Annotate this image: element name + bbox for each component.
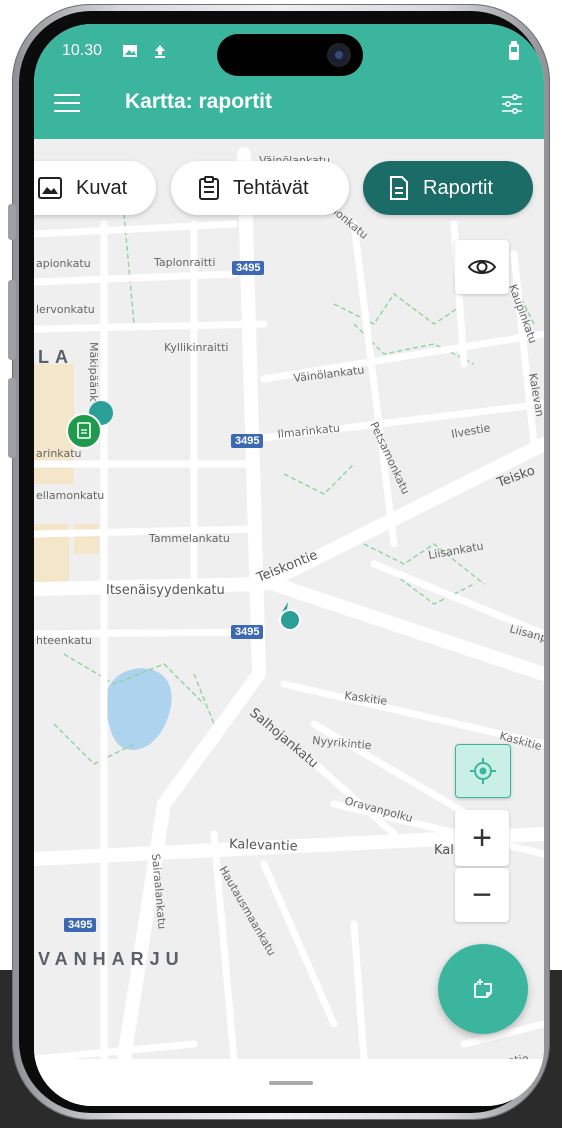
- svg-text:hteenkatu: hteenkatu: [36, 634, 92, 647]
- visibility-toggle-button[interactable]: [455, 240, 509, 294]
- dynamic-island: [217, 34, 363, 76]
- zoom-in-button[interactable]: +: [455, 810, 509, 866]
- svg-text:Itsenäisyydenkatu: Itsenäisyydenkatu: [106, 583, 225, 598]
- road-number-shield: 3495: [232, 261, 265, 275]
- hamburger-menu-icon[interactable]: [54, 94, 80, 114]
- volume-up-button: [8, 280, 16, 360]
- upload-icon: [155, 45, 165, 58]
- home-indicator[interactable]: [269, 1081, 313, 1085]
- camera-icon: [327, 43, 351, 67]
- svg-text:Liisanp: Liisanp: [508, 622, 544, 645]
- svg-text:Ilvestie: Ilvestie: [450, 421, 491, 441]
- svg-text:Kalevantie: Kalevantie: [229, 837, 298, 854]
- eye-icon: [468, 260, 496, 274]
- side-button: [8, 204, 16, 240]
- add-report-fab[interactable]: [438, 944, 528, 1034]
- app-screen: 10.30 Kartta: raportit apionkatu Taplonr…: [34, 24, 544, 1106]
- svg-text:Liisankatu: Liisankatu: [427, 539, 484, 562]
- page-title: Kartta: raportit: [125, 90, 273, 113]
- svg-text:Kyllikinraitti: Kyllikinraitti: [164, 341, 229, 354]
- crosshair-location-icon: [470, 758, 496, 784]
- svg-text:Mäkipäänk: Mäkipäänk: [87, 342, 100, 402]
- zoom-out-button[interactable]: −: [455, 868, 509, 922]
- svg-text:Ilmarinkatu: Ilmarinkatu: [277, 422, 341, 441]
- chip-kuvat[interactable]: Kuvat: [34, 161, 156, 215]
- svg-text:Taplonraitti: Taplonraitti: [153, 256, 215, 269]
- chip-tehtavat[interactable]: Tehtävät: [171, 161, 349, 215]
- road-number-shield: 3495: [64, 918, 97, 932]
- svg-text:ellamonkatu: ellamonkatu: [36, 489, 104, 502]
- road-number-shield: 3495: [231, 625, 264, 639]
- current-location-marker: [279, 609, 301, 631]
- svg-text:Nyyrikintie: Nyyrikintie: [312, 734, 373, 752]
- my-location-button[interactable]: [455, 744, 511, 798]
- chip-label: Tehtävät: [233, 176, 309, 199]
- chip-raportit[interactable]: Raportit: [363, 161, 533, 215]
- chip-label: Raportit: [423, 176, 494, 199]
- status-time: 10.30: [62, 42, 103, 59]
- svg-text:arinkatu: arinkatu: [36, 447, 82, 460]
- svg-text:Tammelankatu: Tammelankatu: [148, 532, 230, 545]
- image-icon: [38, 177, 62, 199]
- filter-sliders-icon[interactable]: [500, 92, 524, 116]
- document-icon: [390, 176, 408, 200]
- road-number-shield: 3495: [231, 434, 264, 448]
- chip-label: Kuvat: [76, 176, 128, 199]
- report-marker-green[interactable]: [66, 413, 102, 449]
- add-note-icon: [474, 979, 492, 998]
- image-notification-icon: [123, 45, 137, 57]
- svg-text:Teerentie: Teerentie: [477, 1052, 530, 1059]
- clipboard-icon: [199, 176, 219, 200]
- svg-text:apionkatu: apionkatu: [36, 257, 91, 270]
- pond: [104, 668, 172, 750]
- svg-text:lervonkatu: lervonkatu: [36, 303, 95, 316]
- system-nav-bar: [34, 1059, 544, 1106]
- app-bar: 10.30 Kartta: raportit: [34, 24, 544, 139]
- svg-text:Kal: Kal: [434, 843, 454, 858]
- svg-text:Salhojankatu: Salhojankatu: [246, 706, 320, 772]
- battery-icon: [509, 41, 519, 60]
- district-label: VANHARJU: [38, 949, 185, 969]
- district-label: LA: [38, 347, 74, 367]
- volume-down-button: [8, 378, 16, 458]
